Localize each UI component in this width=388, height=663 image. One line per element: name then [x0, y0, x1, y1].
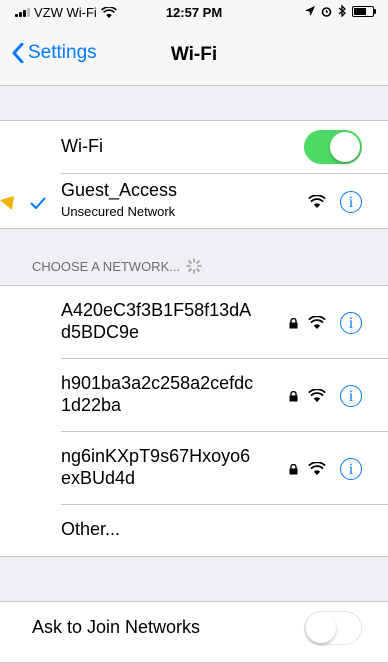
navigation-bar: Settings Wi-Fi [0, 24, 388, 86]
status-right [305, 5, 376, 17]
section-header: CHOOSE A NETWORK... [32, 258, 202, 274]
ask-join-label: Ask to Join Networks [32, 617, 201, 637]
wifi-signal-icon [308, 316, 326, 329]
lock-icon [289, 391, 298, 402]
arrow-annotation [0, 196, 14, 210]
wifi-toggle[interactable] [304, 130, 362, 164]
network-name: A420eC3f3B1F58f13dA d5BDC9e [61, 300, 252, 342]
info-icon[interactable]: i [340, 458, 362, 480]
page-title: Wi-Fi [170, 44, 218, 65]
list-item[interactable]: A420eC3f3B1F58f13dA d5BDC9e i [0, 286, 388, 359]
other-network-row[interactable]: Other... [0, 505, 388, 556]
battery-icon [352, 5, 376, 17]
wifi-group: Wi-Fi Guest_Access Unsecured Network i [0, 120, 388, 229]
wifi-toggle-label: Wi-Fi [61, 136, 103, 156]
info-icon[interactable]: i [340, 191, 362, 213]
network-name: ng6inKXpT9s67Hxoyo6 exBUd4d [61, 446, 251, 488]
other-network-label: Other... [61, 519, 121, 539]
connected-network-name: Guest_Access [61, 180, 178, 200]
lock-icon [289, 464, 298, 475]
checkmark-icon [30, 197, 46, 209]
list-item[interactable]: ng6inKXpT9s67Hxoyo6 exBUd4d i [0, 432, 388, 505]
ask-join-toggle[interactable] [304, 611, 362, 645]
loading-spinner-icon [186, 258, 202, 274]
network-name: h901ba3a2c258a2cefdc 1d22ba [61, 373, 254, 415]
location-arrow-icon [305, 6, 315, 16]
section-header-label: CHOOSE A NETWORK... [32, 258, 181, 274]
wifi-signal-icon [308, 389, 326, 402]
alarm-icon [321, 6, 332, 17]
wifi-toggle-row: Wi-Fi [0, 121, 388, 174]
wifi-signal-icon [308, 462, 326, 475]
bluetooth-icon [338, 5, 346, 17]
info-icon[interactable]: i [340, 312, 362, 334]
info-icon[interactable]: i [340, 385, 362, 407]
connected-network-row[interactable]: Guest_Access Unsecured Network i [0, 174, 388, 228]
ask-join-row: Ask to Join Networks [0, 602, 388, 654]
status-bar: VZW Wi-Fi 12:57 PM [0, 0, 388, 24]
connected-network-subtitle: Unsecured Network [61, 204, 176, 219]
networks-group: A420eC3f3B1F58f13dA d5BDC9e i h901ba3a2c2… [0, 285, 388, 557]
ask-join-group: Ask to Join Networks [0, 601, 388, 663]
lock-icon [289, 318, 298, 329]
wifi-signal-icon [308, 195, 326, 208]
list-item[interactable]: h901ba3a2c258a2cefdc 1d22ba i [0, 359, 388, 432]
